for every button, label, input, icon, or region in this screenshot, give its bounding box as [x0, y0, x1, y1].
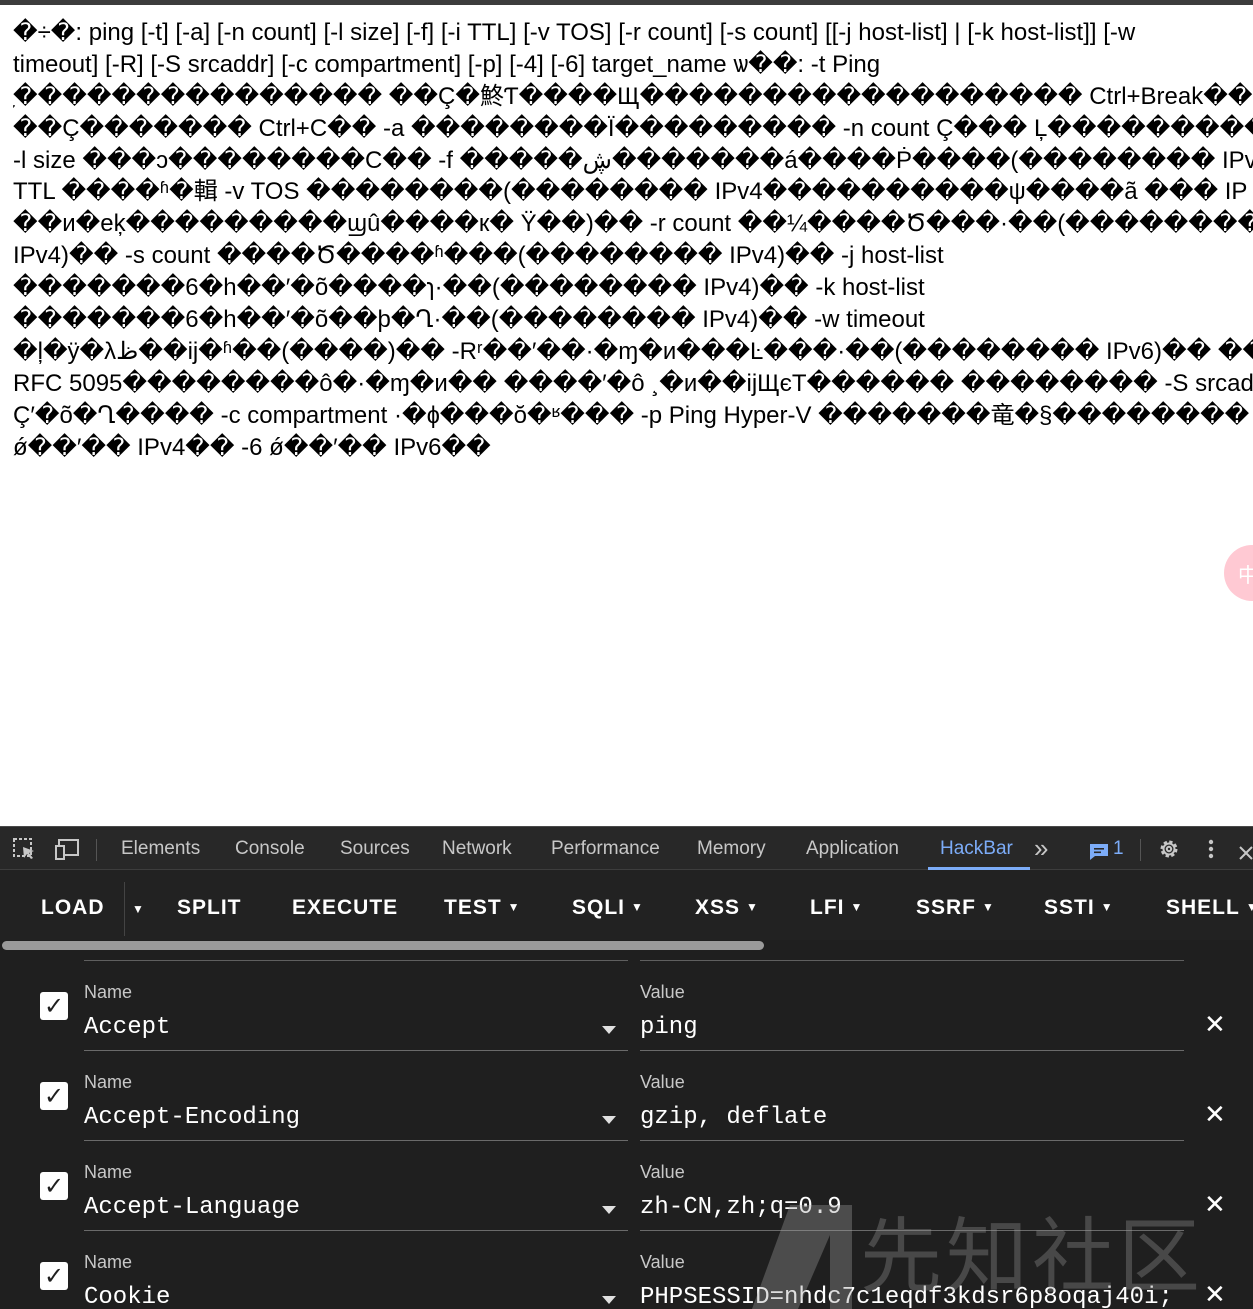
tabbar-divider	[1140, 839, 1141, 861]
header-value-label: Value	[640, 1072, 685, 1092]
settings-gear-icon[interactable]	[1157, 837, 1181, 861]
watermark-text: 先知社区	[860, 1210, 1205, 1305]
tab-memory[interactable]: Memory	[697, 838, 766, 860]
chevron-down-icon: ▼	[982, 900, 995, 914]
load-dropdown-caret-icon[interactable]: ▼	[132, 902, 145, 916]
output-line: ��Ç������� Ctrl+C�� -a ��������Ï��������…	[13, 114, 1253, 142]
chevron-down-icon: ▼	[746, 900, 759, 914]
header-name-dropdown-icon[interactable]	[602, 1206, 616, 1214]
test-menu-button[interactable]: TEST ▼	[444, 896, 521, 920]
hackbar-toolbar: LOAD ▼ SPLIT EXECUTE TEST ▼ SQLI ▼ XSS ▼ LF…	[0, 870, 1253, 950]
header-enabled-checkbox[interactable]: ✓	[40, 1082, 68, 1110]
tab-network[interactable]: Network	[442, 838, 512, 860]
remove-header-icon[interactable]: ✕	[1204, 1280, 1226, 1309]
output-line: TTL ����ʱ�輯 -v TOS ��������(�������� IPv…	[13, 178, 1248, 206]
header-name-input[interactable]: Cookie	[84, 1284, 594, 1309]
header-value-input[interactable]: gzip, deflate	[640, 1104, 1184, 1131]
header-name-dropdown-icon[interactable]	[602, 1296, 616, 1304]
tabbar-divider	[96, 839, 97, 861]
output-line: �������6�h��′�õ����ɿ·��(�������� IPv4)��…	[13, 274, 925, 302]
xss-label: XSS	[695, 896, 741, 919]
header-row: ✓ Name Accept Value ping ✕	[0, 952, 1253, 1051]
tab-performance[interactable]: Performance	[551, 838, 660, 860]
lfi-menu-button[interactable]: LFI ▼	[810, 896, 863, 920]
output-line: Ç′�õ�Ղ���� -c compartment ·�ɸ���ŏ�ʶ��� -…	[13, 401, 1253, 429]
chevron-down-icon: ▼	[850, 900, 864, 914]
tab-hackbar[interactable]: HackBar	[940, 838, 1013, 860]
output-line: -l size ���ɔ��������C�� -f �����ڜ�������…	[13, 146, 1253, 174]
translate-floating-button[interactable]: 中	[1224, 545, 1253, 601]
output-line: timeout] [-R] [-S srcaddr] [-c compartme…	[13, 50, 881, 78]
output-line: RFC 5095��������ô�·�ɱ�и�� ����′�ô ¸�и��i…	[13, 369, 1253, 397]
watermark-logo-icon	[752, 1205, 852, 1309]
output-line: �÷�: ping [-t] [-a] [-n count] [-l size]…	[13, 19, 1136, 46]
output-line: ָ��������������� ��Ç�鮗Ƭ����Щ������������…	[13, 82, 1253, 110]
load-button[interactable]: LOAD	[41, 896, 105, 920]
remove-header-icon[interactable]: ✕	[1204, 1190, 1226, 1220]
load-divider	[124, 882, 125, 936]
chevron-down-icon: ▼	[1245, 900, 1253, 914]
ssrf-menu-button[interactable]: SSRF ▼	[916, 896, 995, 920]
header-name-label: Name	[84, 982, 133, 1002]
translate-icon: 中	[1238, 562, 1253, 587]
header-enabled-checkbox[interactable]: ✓	[40, 992, 68, 1020]
header-row: ✓ Name Accept-Encoding Value gzip, defla…	[0, 1042, 1253, 1141]
ssti-label: SSTI	[1044, 896, 1095, 919]
xss-menu-button[interactable]: XSS ▼	[695, 896, 759, 920]
header-name-label: Name	[84, 1252, 133, 1272]
tab-elements[interactable]: Elements	[121, 838, 200, 860]
inspect-element-icon[interactable]	[12, 837, 38, 861]
devtools-tabbar: Elements Console Sources Network Perform…	[0, 826, 1253, 870]
output-line: ��и�eķ���������ϣû����к� Ÿ��)�� -r count …	[13, 210, 1253, 238]
lfi-label: LFI	[810, 896, 845, 919]
output-line: IPv4)�� -s count ����Ծ����ʱ���(�������� …	[13, 242, 944, 270]
header-enabled-checkbox[interactable]: ✓	[40, 1172, 68, 1200]
header-value-label: Value	[640, 982, 685, 1002]
close-devtools-icon[interactable]	[1238, 841, 1253, 865]
output-line: �ļ�ÿ�λظ��ij�ʱ��(����)�� -Rʳ��′��·�ɱ�и���…	[13, 337, 1253, 365]
header-enabled-checkbox[interactable]: ✓	[40, 1262, 68, 1290]
split-button[interactable]: SPLIT	[177, 896, 242, 920]
sqli-label: SQLI	[572, 896, 626, 919]
kebab-menu-icon[interactable]	[1205, 837, 1217, 861]
more-tabs-icon[interactable]: »	[1034, 833, 1048, 864]
issues-count[interactable]: 1	[1113, 838, 1124, 860]
toolbar-scrollbar-thumb[interactable]	[2, 941, 764, 950]
chevron-down-icon: ▼	[1100, 900, 1114, 914]
execute-button[interactable]: EXECUTE	[292, 896, 398, 920]
header-name-label: Name	[84, 1072, 133, 1092]
page-text-output: �÷�: ping [-t] [-a] [-n count] [-l size]…	[13, 17, 1253, 467]
header-name-dropdown-icon[interactable]	[602, 1116, 616, 1124]
header-value-label: Value	[640, 1252, 685, 1272]
tab-console[interactable]: Console	[235, 838, 305, 860]
remove-header-icon[interactable]: ✕	[1204, 1010, 1226, 1040]
tab-sources[interactable]: Sources	[340, 838, 410, 860]
issues-icon[interactable]	[1089, 840, 1109, 864]
device-toolbar-icon[interactable]	[54, 837, 80, 861]
ssti-menu-button[interactable]: SSTI ▼	[1044, 896, 1114, 920]
chevron-down-icon: ▼	[631, 900, 644, 914]
test-label: TEST	[444, 896, 502, 919]
chevron-down-icon: ▼	[507, 900, 521, 914]
tab-application[interactable]: Application	[806, 838, 899, 860]
header-name-input[interactable]: Accept-Language	[84, 1194, 594, 1221]
output-line: ǿ��′�� IPv4�� -6 ǿ��′�� IPv6��	[13, 433, 491, 461]
header-name-input[interactable]: Accept	[84, 1014, 594, 1041]
remove-header-icon[interactable]: ✕	[1204, 1100, 1226, 1130]
header-value-input[interactable]: ping	[640, 1014, 1184, 1041]
sqli-menu-button[interactable]: SQLI ▼	[572, 896, 644, 920]
browser-top-border	[0, 0, 1253, 5]
header-value-label: Value	[640, 1162, 685, 1182]
header-name-input[interactable]: Accept-Encoding	[84, 1104, 594, 1131]
ssrf-label: SSRF	[916, 896, 977, 919]
shell-label: SHELL	[1166, 896, 1240, 919]
header-name-label: Name	[84, 1162, 133, 1182]
header-name-dropdown-icon[interactable]	[602, 1026, 616, 1034]
output-line: �������6�h��′�õ��þ�Ղ·��(�������� IPv4)��…	[13, 306, 925, 334]
shell-menu-button[interactable]: SHELL ▼	[1166, 896, 1253, 920]
